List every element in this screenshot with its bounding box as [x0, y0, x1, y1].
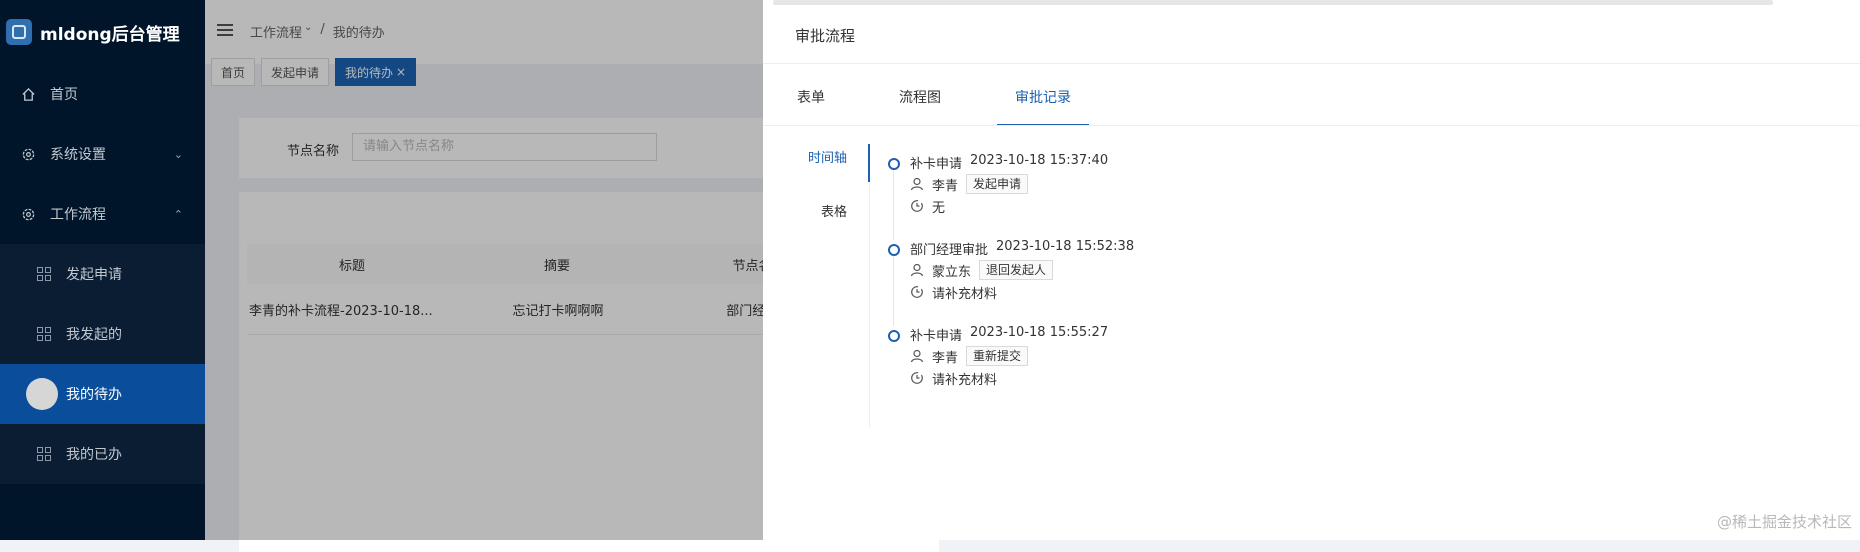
sidebar-item-label: 我发起的	[66, 327, 122, 343]
user-icon	[910, 263, 924, 277]
sidebar-item-start-request[interactable]: 发起申请	[0, 244, 205, 304]
timeline-dot	[888, 158, 900, 170]
sidebar-item-my-todo[interactable]: 我的待办	[0, 364, 205, 424]
brand[interactable]: mldong后台管理	[0, 0, 205, 64]
sidebar-item-my-done[interactable]: 我的已办	[0, 424, 205, 484]
user-icon	[910, 349, 924, 363]
approval-timeline: 补卡申请 2023-10-18 15:37:40 李青 发起申请 无 部门经理审…	[888, 153, 1134, 411]
action-tag: 发起申请	[966, 174, 1029, 194]
action-tag: 重新提交	[966, 346, 1029, 366]
home-icon	[20, 86, 36, 102]
comment-clock-icon	[910, 285, 924, 299]
tab-form[interactable]: 表单	[795, 84, 827, 126]
timestamp: 2023-10-18 15:52:38	[996, 239, 1135, 254]
sidebar-item-label: 工作流程	[50, 207, 106, 223]
sidebar-item-system-settings[interactable]: 系统设置 ⌄	[0, 124, 205, 184]
cursor-highlight	[26, 378, 58, 410]
drawer-tabs: 表单 流程图 审批记录	[795, 84, 1143, 126]
comment-text: 请补充材料	[932, 286, 998, 302]
app-title: mldong后台管理	[40, 24, 180, 45]
timeline-line	[893, 256, 894, 326]
gear-icon	[20, 146, 36, 162]
top-strip	[763, 0, 1860, 8]
timestamp: 2023-10-18 15:55:27	[970, 325, 1109, 340]
sidebar-item-home[interactable]: 首页	[0, 64, 205, 124]
comment-text: 请补充材料	[932, 372, 998, 388]
approver-name: 李青	[932, 350, 959, 366]
node-name: 部门经理审批	[910, 243, 989, 258]
timeline-item: 补卡申请 2023-10-18 15:55:27 李青 重新提交 请补充材料	[888, 325, 1134, 411]
grid-icon	[36, 446, 52, 462]
tab-table[interactable]: 表格	[763, 198, 869, 252]
tab-flowchart[interactable]: 流程图	[897, 84, 943, 126]
sidebar-item-label: 发起申请	[66, 267, 122, 283]
scrollbar[interactable]	[773, 0, 1773, 5]
grid-icon	[36, 326, 52, 342]
sidebar-item-workflow[interactable]: 工作流程 ⌃	[0, 184, 205, 244]
gear-icon	[20, 206, 36, 222]
comment-clock-icon	[910, 199, 924, 213]
node-name: 补卡申请	[910, 157, 963, 172]
timeline-line	[893, 170, 894, 240]
drawer-title: 审批流程	[763, 8, 1860, 64]
timeline-item: 补卡申请 2023-10-18 15:37:40 李青 发起申请 无	[888, 153, 1134, 240]
sidebar-item-label: 首页	[50, 87, 78, 103]
tabs-divider	[763, 125, 1860, 126]
sidebar-item-my-initiated[interactable]: 我发起的	[0, 304, 205, 364]
timeline-dot	[888, 330, 900, 342]
tab-approval-records[interactable]: 审批记录	[997, 84, 1089, 126]
sidebar-item-label: 我的已办	[66, 447, 122, 463]
approval-drawer: 审批流程 表单 流程图 审批记录 时间轴 表格 补卡申请 2023-10-18 …	[763, 8, 1860, 540]
comment-clock-icon	[910, 371, 924, 385]
comment-text: 无	[932, 200, 946, 216]
tab-timeline[interactable]: 时间轴	[763, 144, 870, 198]
watermark: @稀土掘金技术社区	[1716, 513, 1852, 531]
chevron-up-icon: ⌃	[173, 207, 183, 221]
approver-name: 李青	[932, 178, 959, 194]
app-logo-icon	[6, 19, 32, 45]
approver-name: 蒙立东	[932, 264, 972, 280]
sidebar-item-label: 系统设置	[50, 147, 106, 163]
node-name: 补卡申请	[910, 329, 963, 344]
sidebar: mldong后台管理 首页 系统设置 ⌄ 工作流程 ⌃ 发起申请 我发起的 我的…	[0, 0, 205, 540]
timeline-item: 部门经理审批 2023-10-18 15:52:38 蒙立东 退回发起人 请补充…	[888, 239, 1135, 326]
grid-icon	[36, 266, 52, 282]
action-tag: 退回发起人	[979, 260, 1054, 280]
workflow-submenu: 发起申请 我发起的 我的待办 我的已办	[0, 244, 205, 484]
timeline-dot	[888, 244, 900, 256]
record-view-tabs: 时间轴 表格	[763, 144, 870, 427]
timestamp: 2023-10-18 15:37:40	[970, 153, 1109, 168]
sidebar-item-label: 我的待办	[66, 387, 122, 403]
chevron-down-icon: ⌄	[173, 147, 183, 161]
user-icon	[910, 177, 924, 191]
